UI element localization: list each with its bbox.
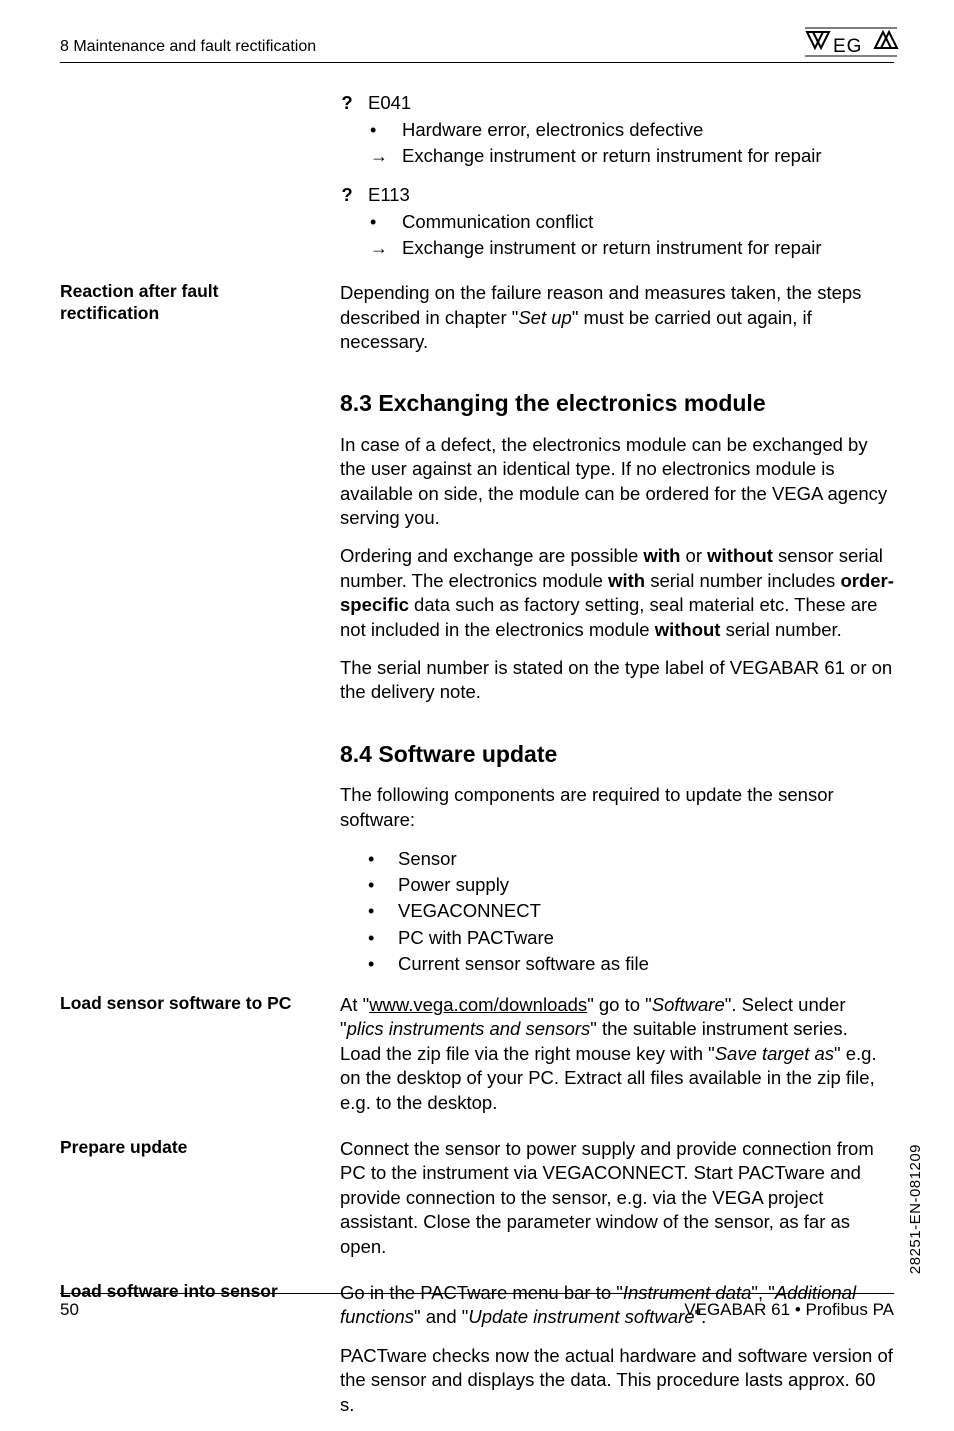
list-item: Power supply — [368, 872, 894, 898]
fault-e113: ? E113 Communication conflict Exchange in… — [340, 183, 894, 261]
heading-8-3: 8.3 Exchanging the electronics module — [340, 388, 894, 418]
page: 8 Maintenance and fault rectification EG… — [0, 0, 954, 1354]
heading-8-4: 8.4 Software update — [340, 739, 894, 769]
page-number: 50 — [60, 1300, 79, 1320]
list-item: PC with PACTware — [368, 925, 894, 951]
bullet-icon — [368, 872, 386, 898]
sec84-intro: The following components are required to… — [340, 783, 894, 832]
requirements-list: Sensor Power supply VEGACONNECT PC with … — [368, 846, 894, 977]
reaction-block: Reaction after fault rectification Depen… — [60, 281, 894, 368]
fault-item: Hardware error, electronics defective — [370, 117, 894, 143]
section-8-3: 8.3 Exchanging the electronics module In… — [60, 368, 894, 718]
bullet-icon — [368, 925, 386, 951]
fault-e041-row: ? E041 Hardware error, electronics defect… — [60, 91, 894, 275]
svg-text:EG: EG — [833, 36, 862, 57]
fault-item: Communication conflict — [370, 209, 894, 235]
bullet-icon — [368, 951, 386, 977]
downloads-link[interactable]: www.vega.com/downloads — [369, 994, 587, 1015]
margin-label-load-pc: Load sensor software to PC — [60, 993, 320, 1015]
vega-logo: EG — [803, 26, 899, 75]
fault-code: E113 — [368, 183, 410, 207]
fault-item: Exchange instrument or return instrument… — [370, 235, 894, 261]
sec83-p3: The serial number is stated on the type … — [340, 656, 894, 705]
doc-title: VEGABAR 61 • Profibus PA — [684, 1300, 894, 1320]
running-head: 8 Maintenance and fault rectification — [60, 38, 894, 56]
bullet-icon — [368, 898, 386, 924]
bullet-icon — [370, 117, 390, 143]
load-pc-block: Load sensor software to PC At "www.vega.… — [60, 993, 894, 1129]
prepare-block: Prepare update Connect the sensor to pow… — [60, 1137, 894, 1273]
load-pc-text: At "www.vega.com/downloads" go to "Softw… — [340, 993, 894, 1115]
sec83-p2: Ordering and exchange are possible with … — [340, 544, 894, 642]
bullet-icon — [368, 846, 386, 872]
reaction-text: Depending on the failure reason and meas… — [340, 281, 894, 354]
section-8-4: 8.4 Software update The following compon… — [60, 719, 894, 993]
fault-code: E041 — [368, 91, 411, 115]
arrow-icon — [370, 143, 390, 169]
prepare-text: Connect the sensor to power supply and p… — [340, 1137, 894, 1259]
sec83-p1: In case of a defect, the electronics mod… — [340, 433, 894, 531]
header-rule — [60, 62, 894, 63]
footer-rule — [60, 1293, 894, 1294]
margin-label-reaction: Reaction after fault rectification — [60, 281, 320, 325]
page-footer: 50 VEGABAR 61 • Profibus PA — [60, 1293, 894, 1320]
fault-item: Exchange instrument or return instrument… — [370, 143, 894, 169]
arrow-icon — [370, 235, 390, 261]
list-item: Sensor — [368, 846, 894, 872]
margin-label-prepare: Prepare update — [60, 1137, 320, 1159]
question-icon: ? — [340, 183, 354, 207]
question-icon: ? — [340, 91, 354, 115]
bullet-icon — [370, 209, 390, 235]
list-item: Current sensor software as file — [368, 951, 894, 977]
side-code: 28251-EN-081209 — [907, 1144, 924, 1274]
list-item: VEGACONNECT — [368, 898, 894, 924]
load-sensor-p2: PACTware checks now the actual hardware … — [340, 1344, 894, 1417]
fault-e041: ? E041 Hardware error, electronics defect… — [340, 91, 894, 169]
